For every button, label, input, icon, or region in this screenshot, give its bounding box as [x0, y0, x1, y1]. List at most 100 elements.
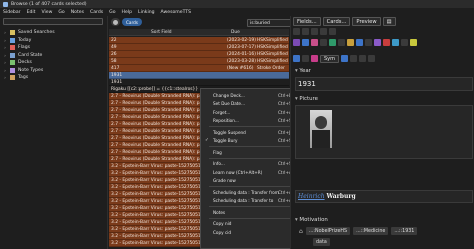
context-menu-label: Learn now (Ctrl+Alt+R) — [213, 169, 263, 175]
cell-sort-field: 3.2 - Epstein-Barr Virus: paste-15275051… — [111, 171, 207, 176]
math-icon[interactable] — [374, 39, 381, 46]
menu-item[interactable]: Sidebar — [3, 10, 21, 15]
table-row[interactable]: 58 (2023-03-28) HSKSimplified — [109, 58, 289, 65]
sidebar-item[interactable]: › Decks — [2, 59, 106, 67]
italic-icon[interactable] — [302, 28, 309, 35]
cell-sort-field: 3.2 - Epstein-Barr Virus: paste-15275051… — [111, 241, 207, 246]
note-editor: Fields...Cards...Preview▤ Sym ▾ Year — [290, 16, 474, 249]
color-blue-icon[interactable] — [302, 39, 309, 46]
bold-icon[interactable] — [293, 28, 300, 35]
cell-sort-field: 2.7 - Reovirus (Double Stranded RNA): pa… — [111, 143, 209, 148]
chevron-right-icon[interactable]: › — [3, 60, 7, 65]
column-header-due[interactable]: Due — [231, 30, 240, 35]
table-row[interactable]: 1931 — [109, 79, 289, 86]
sidebar-item[interactable]: › Today — [2, 37, 106, 45]
picture-field[interactable] — [295, 105, 473, 159]
format-tool-icon[interactable] — [302, 55, 309, 62]
table-row[interactable]: 417 (New #616) Stroke Order — [109, 65, 289, 72]
tag-chip[interactable]: ...:NobelPrizeHS — [305, 227, 351, 235]
table-row[interactable]: 26 (2024-01-16) HSKSimplified — [109, 51, 289, 58]
menu-item[interactable]: View — [41, 10, 52, 15]
sidebar-item[interactable]: › Note Types — [2, 67, 106, 75]
underline-icon[interactable] — [311, 28, 318, 35]
menu-item[interactable]: Notes — [71, 10, 84, 15]
table-row[interactable]: 49 (2023-07-17) HSKSimplified — [109, 44, 289, 51]
name-field[interactable]: Heinrich Warburg — [295, 190, 473, 203]
subscript-icon[interactable] — [329, 28, 336, 35]
editor-tab-button[interactable]: Cards... — [322, 17, 351, 26]
expand-icon[interactable]: ▤ — [382, 17, 396, 26]
context-menu-label: Copy cid — [213, 229, 232, 235]
sidebar-item[interactable]: › Card State — [2, 52, 106, 60]
menu-item[interactable]: Cards — [90, 10, 103, 15]
context-menu-label: Scheduling data : Transfer to — [213, 198, 274, 203]
cell-sort-field: 2.7 - Reovirus (Double Stranded RNA): pa… — [111, 122, 209, 127]
menu-item[interactable]: Linking — [138, 10, 155, 15]
strike-icon[interactable] — [338, 39, 345, 46]
chevron-right-icon[interactable]: › — [3, 53, 7, 58]
editor-tab-button[interactable]: Fields... — [293, 17, 321, 26]
align-icon[interactable] — [365, 39, 372, 46]
table-row[interactable]: 22 (2023-02-19) HSKSimplified — [109, 37, 289, 44]
cell-sort-field: 2.7 - Reovirus (Double Stranded RNA): pa… — [111, 157, 209, 162]
tag-chip[interactable]: ...::1931 — [391, 227, 418, 235]
html-editor-icon[interactable] — [368, 55, 376, 62]
calendar-icon — [10, 37, 15, 43]
extra-tool-icon[interactable] — [341, 55, 349, 62]
column-header-sort-field[interactable]: Sort Field — [151, 30, 172, 35]
portrait-image — [310, 110, 332, 148]
cell-sort-field: 2.7 - Reovirus (Double Stranded RNA): pa… — [111, 94, 209, 99]
table-icon[interactable] — [329, 39, 336, 46]
cloze-icon[interactable] — [383, 39, 390, 46]
cell-sort-field: 2.7 - Reovirus (Double Stranded RNA): pa… — [111, 136, 209, 141]
field-label-picture: ▾ Picture — [295, 96, 318, 102]
menu-item[interactable]: Edit — [27, 10, 36, 15]
image-icon[interactable] — [392, 39, 399, 46]
cell-sort-field: 1931 — [111, 80, 123, 85]
year-field[interactable]: 1931 — [295, 77, 473, 91]
tag-icon: ⌂ — [299, 227, 303, 235]
mic-icon[interactable] — [401, 39, 408, 46]
cell-sort-field: 3.2 - Epstein-Barr Virus: paste-15275051… — [111, 178, 207, 183]
cell-sort-field: 417 — [111, 66, 120, 71]
chevron-right-icon[interactable]: › — [3, 45, 7, 50]
cell-deck: HSKSimplified — [257, 52, 288, 57]
chevron-right-icon[interactable]: › — [3, 30, 7, 35]
symbols-button[interactable]: Sym — [320, 54, 340, 63]
sidebar-search-input[interactable] — [3, 18, 103, 25]
data-chip[interactable]: data — [313, 238, 330, 246]
sidebar-item[interactable]: › Saved Searches — [2, 29, 106, 37]
rc-icon[interactable] — [347, 39, 354, 46]
sidebar-item[interactable]: › Tags — [2, 74, 106, 82]
superscript-icon[interactable] — [320, 28, 327, 35]
chevron-right-icon[interactable]: › — [3, 38, 7, 43]
table-row[interactable]: 1931 — [109, 72, 289, 79]
color-purple-icon[interactable] — [293, 39, 300, 46]
menu-item[interactable]: Go — [58, 10, 64, 15]
editor-tab-button[interactable]: Preview — [352, 17, 381, 26]
more-tool-icon[interactable] — [350, 55, 358, 62]
sidebar-item[interactable]: › Flags — [2, 44, 106, 52]
sidebar-item-label: Decks — [18, 60, 32, 66]
color-tool-icon[interactable] — [293, 55, 300, 62]
menu-item[interactable]: Help — [122, 10, 132, 15]
cell-sort-field: 3.2 - Epstein-Barr Virus: paste-15275051… — [111, 164, 207, 169]
chevron-right-icon[interactable]: › — [3, 75, 7, 80]
menu-item[interactable]: AwesomeTTS — [161, 10, 192, 15]
clear-format-icon[interactable] — [359, 55, 367, 62]
sidebar-item-label: Today — [18, 37, 32, 43]
cards-mode-button[interactable]: Cards — [122, 18, 142, 26]
list-icon[interactable] — [320, 39, 327, 46]
tag-chip[interactable]: ...::Medicine — [353, 227, 389, 235]
menu-item[interactable]: Go — [109, 10, 115, 15]
flag-icon — [10, 45, 15, 51]
special-tool-icon[interactable] — [311, 55, 318, 62]
switch-toggle[interactable] — [111, 18, 120, 26]
link-icon[interactable] — [356, 39, 363, 46]
star-icon[interactable] — [410, 39, 417, 46]
chevron-right-icon[interactable]: › — [3, 68, 7, 73]
cell-sort-field: 2.7 - Reovirus (Double Stranded RNA): pa… — [111, 150, 209, 155]
context-menu-label: Flag — [213, 149, 222, 155]
highlight-icon[interactable] — [311, 39, 318, 46]
tag-icon — [10, 75, 15, 81]
